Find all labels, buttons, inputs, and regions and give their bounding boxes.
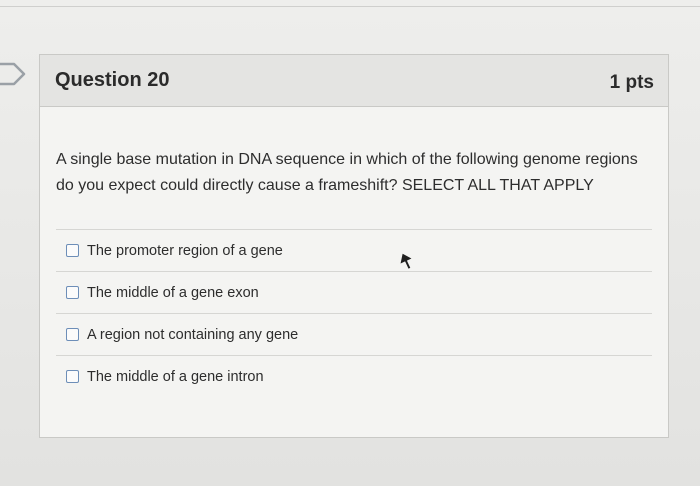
question-text: A single base mutation in DNA sequence i… — [56, 151, 638, 194]
question-points: 1 pts — [609, 71, 654, 93]
flag-icon[interactable] — [0, 62, 28, 86]
quiz-page: Question 20 1 pts A single base mutation… — [0, 0, 700, 486]
question-header: Question 20 1 pts — [40, 55, 668, 107]
answer-option[interactable]: The middle of a gene intron — [56, 355, 652, 397]
answer-option[interactable]: The promoter region of a gene — [56, 229, 652, 271]
answer-label: The promoter region of a gene — [87, 242, 283, 259]
answer-list: The promoter region of a gene The middle… — [56, 229, 652, 397]
answer-label: The middle of a gene exon — [87, 284, 259, 301]
answer-option[interactable]: The middle of a gene exon — [56, 271, 652, 313]
top-divider — [0, 6, 700, 7]
answer-label: The middle of a gene intron — [87, 368, 264, 385]
question-card: Question 20 1 pts A single base mutation… — [39, 54, 669, 438]
mouse-cursor-icon — [400, 253, 412, 269]
question-body: A single base mutation in DNA sequence i… — [40, 147, 668, 397]
answer-checkbox[interactable] — [66, 244, 79, 257]
answer-checkbox[interactable] — [66, 370, 79, 383]
question-title: Question 20 — [55, 69, 170, 91]
answer-checkbox[interactable] — [66, 328, 79, 341]
answer-checkbox[interactable] — [66, 286, 79, 299]
answer-label: A region not containing any gene — [87, 326, 299, 343]
answer-option[interactable]: A region not containing any gene — [56, 313, 652, 355]
